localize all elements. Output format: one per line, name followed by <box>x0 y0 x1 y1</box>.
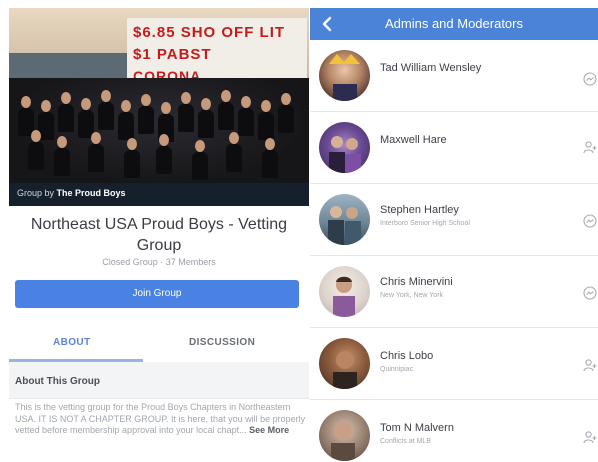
tab-discussion[interactable]: DISCUSSION <box>189 337 255 348</box>
nav-bar: Admins and Moderators <box>310 8 598 40</box>
member-name[interactable]: Tom N Malvern <box>380 422 454 434</box>
group-panel: $6.85 SHO OFF LIT $1 PABST CORONA Group … <box>9 8 309 460</box>
avatar[interactable] <box>319 338 370 389</box>
avatar[interactable] <box>319 122 370 173</box>
avatar[interactable] <box>319 194 370 245</box>
member-row[interactable]: Tom N Malvern Conflicts at MLB <box>310 400 598 462</box>
messenger-icon <box>583 214 597 228</box>
messenger-icon <box>583 286 597 300</box>
member-subtitle: Quinnipiac <box>380 366 414 373</box>
member-row[interactable]: Stephen Hartley Interboro Senior High Sc… <box>310 184 598 256</box>
cover-sign-line: $1 PABST <box>133 46 212 63</box>
cover-caption: Group by The Proud Boys <box>9 183 309 206</box>
group-owner-link[interactable]: The Proud Boys <box>57 188 126 198</box>
group-title: Northeast USA Proud Boys - Vetting Group <box>30 216 288 254</box>
cover-sign-line: $6.85 SHO OFF LIT <box>133 24 286 41</box>
member-row[interactable]: Tad William Wensley <box>310 40 598 112</box>
cover-photo: $6.85 SHO OFF LIT $1 PABST CORONA Group … <box>9 8 309 206</box>
about-description: This is the vetting group for the Proud … <box>15 402 307 437</box>
member-subtitle: New York, New York <box>380 292 444 299</box>
member-name[interactable]: Chris Minervini <box>380 276 453 288</box>
member-row[interactable]: Chris Minervini New York, New York <box>310 256 598 328</box>
avatar[interactable] <box>319 410 370 461</box>
add-friend-icon <box>583 141 597 154</box>
member-subtitle: Conflicts at MLB <box>380 438 431 445</box>
messenger-button[interactable] <box>583 214 597 228</box>
add-friend-button[interactable] <box>583 358 597 372</box>
messenger-button[interactable] <box>583 72 597 86</box>
member-name[interactable]: Maxwell Hare <box>380 134 447 146</box>
member-row[interactable]: Maxwell Hare <box>310 112 598 184</box>
member-row[interactable]: Chris Lobo Quinnipiac <box>310 328 598 400</box>
crowd-image <box>9 78 309 186</box>
group-tabs: ABOUT DISCUSSION <box>9 325 309 363</box>
avatar[interactable] <box>319 50 370 101</box>
admins-panel: Admins and Moderators Tad William Wensle… <box>310 8 598 462</box>
tab-about[interactable]: ABOUT <box>53 337 91 348</box>
join-group-button[interactable]: Join Group <box>15 280 299 308</box>
about-section-header: About This Group <box>9 362 309 399</box>
messenger-button[interactable] <box>583 286 597 300</box>
see-more-link[interactable]: See More <box>249 425 289 435</box>
add-friend-icon <box>583 431 597 444</box>
about-heading: About This Group <box>15 376 100 387</box>
member-name[interactable]: Tad William Wensley <box>380 62 481 74</box>
member-name[interactable]: Chris Lobo <box>380 350 433 362</box>
add-friend-icon <box>583 359 597 372</box>
page-title: Admins and Moderators <box>384 16 523 31</box>
group-meta: Closed Group · 37 Members <box>102 257 216 267</box>
avatar[interactable] <box>319 266 370 317</box>
cover-caption-prefix: Group by <box>17 188 55 198</box>
cover-caption-text: Group by The Proud Boys <box>17 188 126 198</box>
member-name[interactable]: Stephen Hartley <box>380 204 459 216</box>
member-subtitle: Interboro Senior High School <box>380 220 470 227</box>
messenger-icon <box>583 72 597 86</box>
add-friend-button[interactable] <box>583 140 597 154</box>
add-friend-button[interactable] <box>583 430 597 444</box>
